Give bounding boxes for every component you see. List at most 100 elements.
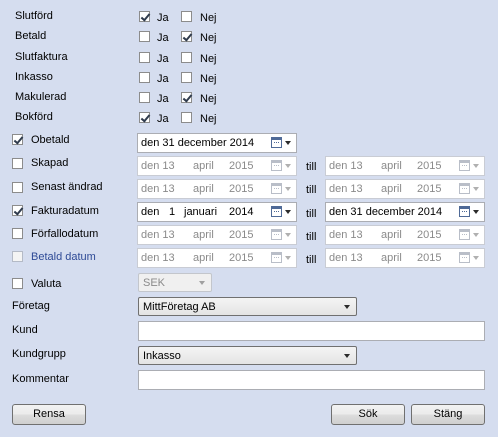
calendar-dropdown-button[interactable] [271, 206, 293, 218]
calendar-icon [271, 206, 282, 217]
chevron-down-icon [473, 256, 479, 260]
calendar-dropdown-button[interactable] [459, 183, 481, 195]
till-label: till [306, 254, 317, 266]
forfallodatum-checkbox[interactable] [12, 228, 23, 239]
sok-button[interactable]: Sök [331, 404, 405, 425]
valuta-label: Valuta [31, 278, 62, 290]
calendar-dropdown-button[interactable] [459, 160, 481, 172]
kundgrupp-value: Inkasso [143, 350, 181, 362]
chevron-down-icon [344, 305, 350, 309]
obetald-label: Obetald [31, 134, 70, 146]
betald-datum-from-date-picker[interactable]: den 13 april 2015 [137, 248, 297, 268]
kundgrupp-select[interactable]: Inkasso [138, 346, 357, 365]
calendar-dropdown-button[interactable] [271, 160, 293, 172]
kund-input[interactable] [138, 321, 485, 341]
inkasso-label: Inkasso [15, 71, 53, 83]
inkasso-ja-label: Ja [157, 73, 169, 85]
calendar-dropdown-button[interactable] [271, 183, 293, 195]
betald-datum-to-date-picker[interactable]: den 13 april 2015 [325, 248, 485, 268]
obetald-date-value: den 31 december 2014 [141, 137, 255, 149]
date-day: den 13 [141, 160, 175, 172]
bokford-label: Bokförd [15, 111, 53, 123]
slutfaktura-ja-checkbox[interactable] [139, 52, 150, 63]
date-month: april [193, 229, 214, 241]
calendar-dropdown-button[interactable] [459, 229, 481, 241]
date-day: den 13 [141, 183, 175, 195]
forfallodatum-to-date-picker[interactable]: den 13 april 2015 [325, 225, 485, 245]
date-year: 2015 [229, 160, 254, 172]
calendar-dropdown-button[interactable] [271, 229, 293, 241]
betald-datum-checkbox[interactable] [12, 251, 23, 262]
slutfaktura-nej-checkbox[interactable] [181, 52, 192, 63]
fakturadatum-checkbox[interactable] [12, 205, 23, 216]
date-year: 2015 [417, 160, 442, 172]
slutford-ja-label: Ja [157, 12, 169, 24]
bokford-ja-checkbox[interactable] [139, 112, 150, 123]
skapad-from-date-picker[interactable]: den 13 april 2015 [137, 156, 297, 176]
fakturadatum-to-date-picker[interactable]: den 31 december 2014 [325, 202, 485, 222]
bokford-nej-checkbox[interactable] [181, 112, 192, 123]
senast-andrad-from-date-picker[interactable]: den 13 april 2015 [137, 179, 297, 199]
skapad-to-date-picker[interactable]: den 13 april 2015 [325, 156, 485, 176]
senast-andrad-checkbox[interactable] [12, 182, 23, 193]
stang-button[interactable]: Stäng [411, 404, 485, 425]
betald-ja-label: Ja [157, 32, 169, 44]
skapad-checkbox[interactable] [12, 158, 23, 169]
obetald-date-picker[interactable]: den 31 december 2014 [137, 133, 297, 153]
calendar-dropdown-button[interactable] [459, 252, 481, 264]
calendar-dropdown-button[interactable] [271, 137, 293, 149]
kommentar-label: Kommentar [12, 373, 69, 385]
date-month: april [381, 160, 402, 172]
obetald-checkbox[interactable] [12, 134, 23, 145]
slutford-nej-checkbox[interactable] [181, 11, 192, 22]
date-year: 2015 [417, 183, 442, 195]
date-day: den 13 [329, 183, 363, 195]
date-month: april [193, 252, 214, 264]
chevron-down-icon [285, 233, 291, 237]
calendar-icon [271, 252, 282, 263]
makulerad-nej-checkbox[interactable] [181, 92, 192, 103]
date-day: den 13 [141, 229, 175, 241]
rensa-button[interactable]: Rensa [12, 404, 86, 425]
till-label: till [306, 208, 317, 220]
chevron-down-icon [285, 164, 291, 168]
forfallodatum-from-date-picker[interactable]: den 13 april 2015 [137, 225, 297, 245]
foretag-label: Företag [12, 300, 50, 312]
betald-nej-checkbox[interactable] [181, 31, 192, 42]
slutford-ja-checkbox[interactable] [139, 11, 150, 22]
inkasso-ja-checkbox[interactable] [139, 72, 150, 83]
date-year: 2015 [229, 183, 254, 195]
kommentar-input[interactable] [138, 370, 485, 390]
date-year: 2015 [417, 252, 442, 264]
calendar-icon [459, 206, 470, 217]
calendar-icon [271, 183, 282, 194]
chevron-down-icon [285, 210, 291, 214]
slutford-nej-label: Nej [200, 12, 217, 24]
date-month: april [381, 183, 402, 195]
valuta-select[interactable]: SEK [138, 273, 212, 292]
date-year: 2015 [229, 252, 254, 264]
kundgrupp-label: Kundgrupp [12, 348, 66, 360]
chevron-down-icon [473, 164, 479, 168]
chevron-down-icon [473, 210, 479, 214]
fakturadatum-from-date-picker[interactable]: den 1 januari 2014 [137, 202, 297, 222]
bokford-nej-label: Nej [200, 113, 217, 125]
betald-ja-checkbox[interactable] [139, 31, 150, 42]
calendar-icon [459, 229, 470, 240]
inkasso-nej-checkbox[interactable] [181, 72, 192, 83]
till-label: till [306, 184, 317, 196]
calendar-icon [271, 137, 282, 148]
calendar-icon [459, 252, 470, 263]
foretag-select[interactable]: MittFöretag AB [138, 297, 357, 316]
calendar-icon [271, 160, 282, 171]
date-month: april [193, 160, 214, 172]
senast-andrad-to-date-picker[interactable]: den 13 april 2015 [325, 179, 485, 199]
makulerad-ja-checkbox[interactable] [139, 92, 150, 103]
valuta-checkbox[interactable] [12, 278, 23, 289]
calendar-dropdown-button[interactable] [271, 252, 293, 264]
valuta-value: SEK [143, 277, 166, 289]
chevron-down-icon [473, 233, 479, 237]
date-value: den 31 december 2014 [329, 206, 443, 218]
calendar-dropdown-button[interactable] [459, 206, 481, 218]
betald-label: Betald [15, 30, 47, 42]
